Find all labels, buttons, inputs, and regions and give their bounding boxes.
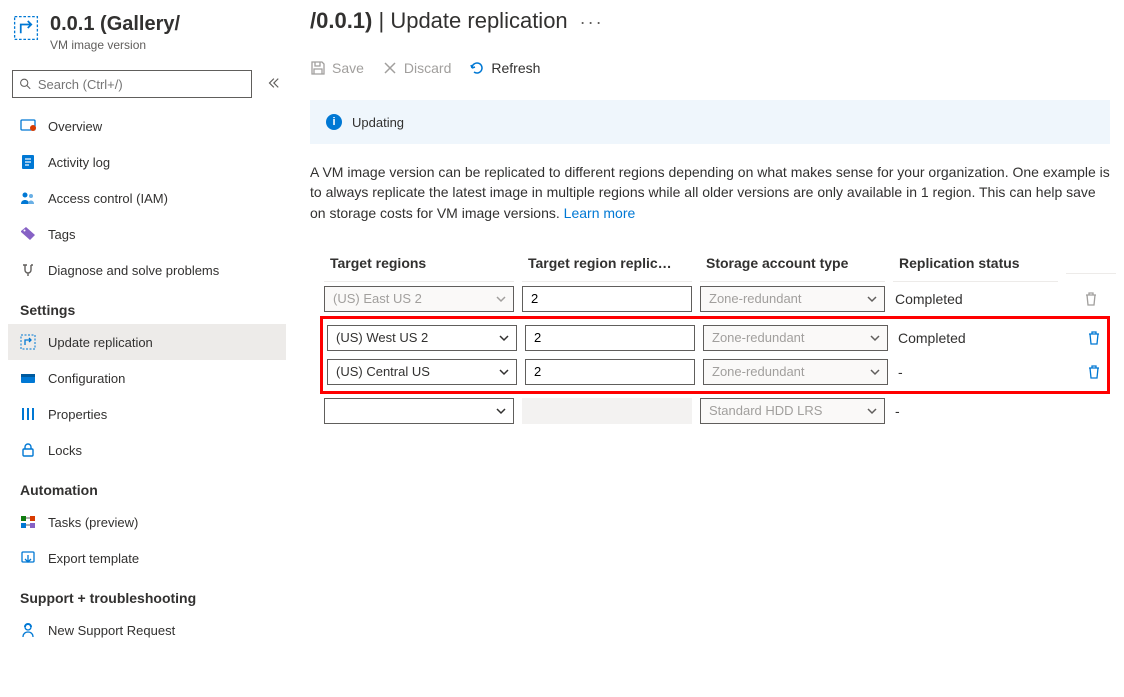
nav-tags[interactable]: Tags <box>8 216 286 252</box>
delete-row-button <box>1066 291 1116 307</box>
nav-label: Access control (IAM) <box>48 191 168 206</box>
nav-label: Properties <box>48 407 107 422</box>
nav-properties[interactable]: Properties <box>8 396 286 432</box>
status-cell: - <box>896 364 1061 380</box>
nav-label: Locks <box>48 443 82 458</box>
export-template-icon <box>20 550 36 566</box>
nav-diagnose[interactable]: Diagnose and solve problems <box>8 252 286 288</box>
nav-activity-log[interactable]: Activity log <box>8 144 286 180</box>
col-replication-status: Replication status <box>893 247 1058 282</box>
nav-overview[interactable]: Overview <box>8 108 286 144</box>
table-row: Standard HDD LRS - <box>320 394 1110 428</box>
highlighted-rows: (US) West US 2 Zone-redundant Completed … <box>320 316 1110 394</box>
nav-label: Configuration <box>48 371 125 386</box>
chevron-down-icon <box>498 366 510 378</box>
section-settings: Settings <box>8 288 286 324</box>
search-icon <box>19 77 32 91</box>
replica-count-input[interactable] <box>525 325 695 351</box>
nav-update-replication[interactable]: Update replication <box>8 324 286 360</box>
storage-select[interactable]: Zone-redundant <box>700 286 885 312</box>
nav-label: Overview <box>48 119 102 134</box>
resource-title: 0.0.1 (Gallery/ <box>50 12 180 36</box>
vm-image-version-icon <box>12 14 40 42</box>
discard-button[interactable]: Discard <box>382 60 451 76</box>
nav-access-control[interactable]: Access control (IAM) <box>8 180 286 216</box>
chevron-down-icon <box>866 405 878 417</box>
save-icon <box>310 60 326 76</box>
sidebar-search[interactable] <box>12 70 252 98</box>
description: A VM image version can be replicated to … <box>310 162 1110 223</box>
nav-label: Tasks (preview) <box>48 515 138 530</box>
support-icon <box>20 622 36 638</box>
nav-tasks[interactable]: Tasks (preview) <box>8 504 286 540</box>
storage-select[interactable]: Zone-redundant <box>703 359 888 385</box>
nav-label: Activity log <box>48 155 110 170</box>
region-select[interactable]: (US) Central US <box>327 359 517 385</box>
storage-select[interactable]: Standard HDD LRS <box>700 398 885 424</box>
main-content: /0.0.1) | Update replication ··· Save Di… <box>286 0 1124 697</box>
nav-label: Tags <box>48 227 75 242</box>
nav-label: Diagnose and solve problems <box>48 263 219 278</box>
col-target-region-replicas: Target region replic… <box>522 247 692 282</box>
refresh-icon <box>469 60 485 76</box>
chevron-down-icon <box>495 405 507 417</box>
region-select[interactable] <box>324 398 514 424</box>
activity-log-icon <box>20 154 36 170</box>
diagnose-icon <box>20 262 36 278</box>
storage-select[interactable]: Zone-redundant <box>703 325 888 351</box>
tags-icon <box>20 226 36 242</box>
notice-text: Updating <box>352 115 404 130</box>
nav-label: Export template <box>48 551 139 566</box>
collapse-sidebar-icon[interactable] <box>266 76 280 93</box>
replica-count-input[interactable] <box>522 286 692 312</box>
update-replication-icon <box>20 334 36 350</box>
resource-subtitle: VM image version <box>50 38 180 52</box>
more-actions-button[interactable]: ··· <box>580 12 604 33</box>
page-title: /0.0.1) | Update replication <box>310 8 568 34</box>
status-cell: - <box>893 403 1058 419</box>
search-input[interactable] <box>38 77 245 92</box>
tasks-icon <box>20 514 36 530</box>
section-support: Support + troubleshooting <box>8 576 286 612</box>
delete-row-button[interactable] <box>1069 330 1119 346</box>
region-select: (US) East US 2 <box>324 286 514 312</box>
chevron-down-icon <box>869 332 881 344</box>
access-control-icon <box>20 190 36 206</box>
table-row: (US) Central US Zone-redundant - <box>323 355 1107 389</box>
table-row: (US) West US 2 Zone-redundant Completed <box>323 321 1107 355</box>
updating-notice: i Updating <box>310 100 1110 144</box>
nav-locks[interactable]: Locks <box>8 432 286 468</box>
chevron-down-icon <box>495 293 507 305</box>
discard-icon <box>382 60 398 76</box>
region-select[interactable]: (US) West US 2 <box>327 325 517 351</box>
table-row: (US) East US 2 Zone-redundant Completed <box>320 282 1110 316</box>
toolbar: Save Discard Refresh <box>310 50 1110 86</box>
status-cell: Completed <box>896 330 1061 346</box>
col-target-regions: Target regions <box>324 247 514 282</box>
replica-count-input[interactable] <box>525 359 695 385</box>
properties-icon <box>20 406 36 422</box>
nav-label: Update replication <box>48 335 153 350</box>
nav-configuration[interactable]: Configuration <box>8 360 286 396</box>
replica-count-input <box>522 398 692 424</box>
configuration-icon <box>20 370 36 386</box>
sidebar: 0.0.1 (Gallery/ VM image version Overvie… <box>0 0 286 697</box>
overview-icon <box>20 118 36 134</box>
info-icon: i <box>326 114 342 130</box>
chevron-down-icon <box>498 332 510 344</box>
locks-icon <box>20 442 36 458</box>
nav-label: New Support Request <box>48 623 175 638</box>
nav-new-support-request[interactable]: New Support Request <box>8 612 286 648</box>
learn-more-link[interactable]: Learn more <box>564 205 636 221</box>
delete-row-button[interactable] <box>1069 364 1119 380</box>
nav-export-template[interactable]: Export template <box>8 540 286 576</box>
chevron-down-icon <box>866 293 878 305</box>
section-automation: Automation <box>8 468 286 504</box>
status-cell: Completed <box>893 291 1058 307</box>
col-storage-account-type: Storage account type <box>700 247 885 282</box>
save-button[interactable]: Save <box>310 60 364 76</box>
refresh-button[interactable]: Refresh <box>469 60 540 76</box>
chevron-down-icon <box>869 366 881 378</box>
